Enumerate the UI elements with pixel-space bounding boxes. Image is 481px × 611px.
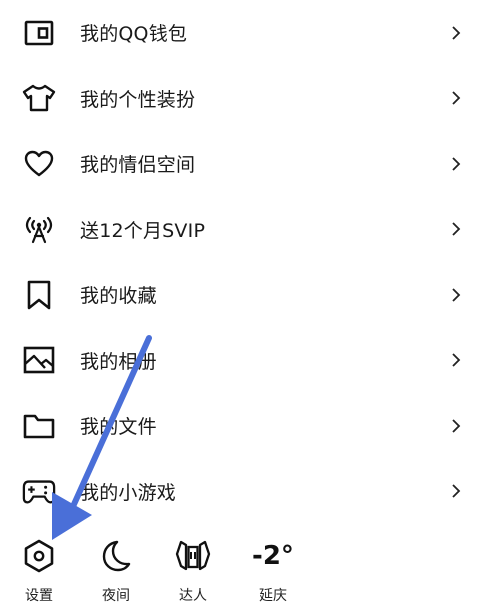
menu-item-label: 我的文件: [80, 416, 157, 439]
menu-item-label: 送12个月SVIP: [80, 219, 206, 242]
tshirt-icon: [22, 81, 56, 115]
night-mode-button[interactable]: 夜间: [86, 532, 146, 611]
folder-icon: [22, 409, 56, 443]
night-label: 夜间: [102, 588, 130, 604]
gamepad-icon: [22, 474, 56, 508]
image-icon: [22, 343, 56, 377]
wallet-icon: [22, 16, 56, 50]
chevron-right-icon: [449, 416, 463, 436]
menu-item-personal-dress[interactable]: 我的个性装扮: [0, 66, 481, 132]
chevron-right-icon: [449, 88, 463, 108]
menu-item-favorites[interactable]: 我的收藏: [0, 262, 481, 328]
menu-item-label: 我的QQ钱包: [80, 23, 188, 46]
broadcast-icon: [22, 212, 56, 246]
menu-item-label: 我的相册: [80, 350, 157, 373]
menu-list: 我的QQ钱包 我的个性装扮 我的情侣空间 送12个月SVIP 我的收藏 我的相册…: [0, 0, 481, 524]
chevron-right-icon: [449, 154, 463, 174]
chevron-right-icon: [449, 219, 463, 239]
settings-hexagon-icon: [9, 538, 69, 574]
menu-item-mini-games[interactable]: 我的小游戏: [0, 459, 481, 525]
expert-label: 达人: [179, 588, 207, 604]
settings-button[interactable]: 设置: [9, 532, 69, 611]
menu-item-files[interactable]: 我的文件: [0, 393, 481, 459]
expert-badge-icon: [163, 538, 223, 574]
chevron-right-icon: [449, 350, 463, 370]
menu-item-label: 我的个性装扮: [80, 88, 196, 111]
menu-item-label: 我的收藏: [80, 285, 157, 308]
chevron-right-icon: [449, 481, 463, 501]
expert-button[interactable]: 达人: [163, 532, 223, 611]
weather-widget[interactable]: -2° 延庆: [243, 532, 303, 611]
chevron-right-icon: [449, 23, 463, 43]
moon-icon: [86, 538, 146, 574]
heart-icon: [22, 147, 56, 181]
settings-label: 设置: [25, 588, 53, 604]
menu-item-label: 我的情侣空间: [80, 154, 196, 177]
menu-item-couple-space[interactable]: 我的情侣空间: [0, 131, 481, 197]
bookmark-icon: [22, 278, 56, 312]
weather-temperature: -2°: [252, 541, 294, 571]
menu-item-album[interactable]: 我的相册: [0, 328, 481, 394]
weather-city: 延庆: [259, 588, 287, 604]
chevron-right-icon: [449, 285, 463, 305]
bottom-bar: 设置 夜间 达人 -2° 延庆: [0, 532, 481, 611]
menu-item-svip-gift[interactable]: 送12个月SVIP: [0, 197, 481, 263]
menu-item-qq-wallet[interactable]: 我的QQ钱包: [0, 0, 481, 66]
menu-item-label: 我的小游戏: [80, 481, 177, 504]
